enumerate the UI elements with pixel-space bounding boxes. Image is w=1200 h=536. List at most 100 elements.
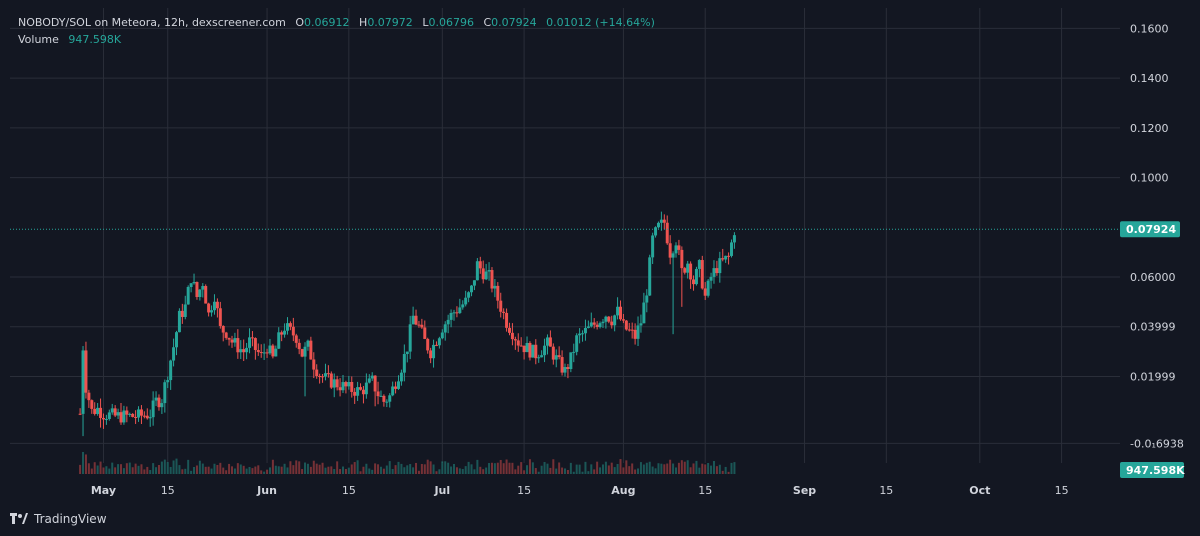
candle-body (694, 268, 698, 285)
volume-bar (680, 460, 683, 474)
tradingview-logo[interactable]: TradingView (10, 512, 107, 526)
volume-bar (365, 463, 368, 474)
candle-body (239, 349, 243, 353)
candle-body (175, 332, 178, 348)
time-tick-label: 15 (342, 484, 356, 497)
candle-body (379, 395, 383, 397)
volume-bar (172, 460, 175, 474)
volume-bar (546, 463, 549, 474)
volume-bar (268, 467, 271, 474)
candle-body (437, 338, 441, 346)
candle-body (686, 263, 690, 273)
volume-bar (277, 466, 280, 474)
price-axis[interactable]: 0.1600 0.1400 0.1200 0.1000 0.06000 0.03999 0.… (1120, 8, 1200, 504)
close-value: 0.07924 (491, 16, 537, 29)
volume-bar (701, 463, 704, 474)
candle-body (204, 286, 208, 304)
volume-bar (102, 467, 105, 474)
volume-bar (128, 462, 131, 474)
volume-bar (505, 459, 508, 474)
volume-bar (379, 466, 382, 474)
volume-bar (733, 462, 736, 474)
candle-body (359, 387, 363, 390)
volume-bar (575, 464, 578, 474)
candle-body (148, 417, 152, 419)
time-axis[interactable]: May 15 Jun 15 Jul 15 Aug 15 Sep 15 Oct 15 (10, 478, 1120, 504)
candle-body (616, 306, 620, 316)
volume-bar (304, 462, 307, 474)
candle-body (420, 324, 424, 328)
candle-body (443, 324, 447, 333)
volume-bar (274, 465, 277, 474)
volume-bar (441, 461, 444, 474)
volume-bar (721, 470, 724, 474)
volume-bar (479, 466, 482, 474)
volume-bar (508, 462, 511, 474)
candle-body (528, 342, 532, 358)
candle-body (487, 270, 491, 272)
time-tick-label: Oct (969, 484, 990, 497)
volume-bar (604, 461, 607, 474)
candle-body (353, 391, 357, 396)
volume-bar (374, 463, 377, 474)
volume-bar (490, 462, 493, 474)
candle-body (721, 258, 725, 260)
volume-bar (417, 470, 420, 474)
volume-bar (450, 466, 453, 474)
candle-body (288, 323, 292, 327)
candle-body (560, 357, 564, 373)
volume-bar (233, 468, 236, 474)
candle-body (259, 352, 263, 354)
volume-bar (359, 471, 362, 474)
candle-body (575, 335, 579, 352)
chart-area[interactable] (10, 8, 1120, 481)
candle-body (440, 332, 444, 339)
volume-bar (707, 462, 710, 474)
volume-bar (444, 461, 447, 474)
candle-body (195, 282, 199, 297)
candle-body (265, 352, 269, 354)
volume-bar (601, 464, 604, 474)
volume-bar (93, 462, 96, 474)
volume-badge-label: 947.598K (1126, 464, 1185, 477)
candle-body (478, 261, 482, 269)
candle-body (338, 387, 342, 391)
volume-bar (225, 470, 228, 474)
volume-bar (155, 467, 158, 474)
volume-bar (698, 467, 701, 474)
candle-body (224, 332, 228, 338)
volume-bar (210, 468, 213, 474)
volume-bars (79, 452, 736, 474)
price-tick-label: 0.1400 (1130, 72, 1169, 85)
low-value: 0.06796 (428, 16, 474, 29)
volume-bar (84, 454, 87, 474)
candle-body (183, 304, 187, 317)
candle-body (601, 321, 605, 324)
volume-bar (283, 463, 286, 474)
candle-body (122, 410, 126, 423)
candle-body (718, 258, 722, 274)
candle-body (656, 222, 660, 228)
volume-bar (406, 465, 409, 474)
candle-body (724, 255, 728, 260)
candlestick-chart[interactable] (10, 8, 1120, 481)
volume-bar (114, 467, 117, 474)
volume-bar (663, 464, 666, 474)
candle-body (581, 333, 585, 335)
candle-body (537, 357, 541, 359)
volume-bar (730, 462, 733, 474)
volume-bar (675, 467, 677, 474)
candle-body (627, 329, 631, 331)
candle-body (607, 316, 611, 322)
volume-bar (692, 463, 695, 474)
volume-bar (347, 467, 350, 474)
volume-bar (298, 461, 301, 474)
volume-bar (236, 463, 239, 474)
candle-body (344, 382, 348, 387)
candle-body (332, 379, 336, 388)
open-label: O (295, 16, 305, 29)
volume-bar (488, 463, 491, 474)
candle-body (499, 300, 503, 312)
candle-body (525, 342, 529, 353)
candle-body (134, 416, 138, 418)
